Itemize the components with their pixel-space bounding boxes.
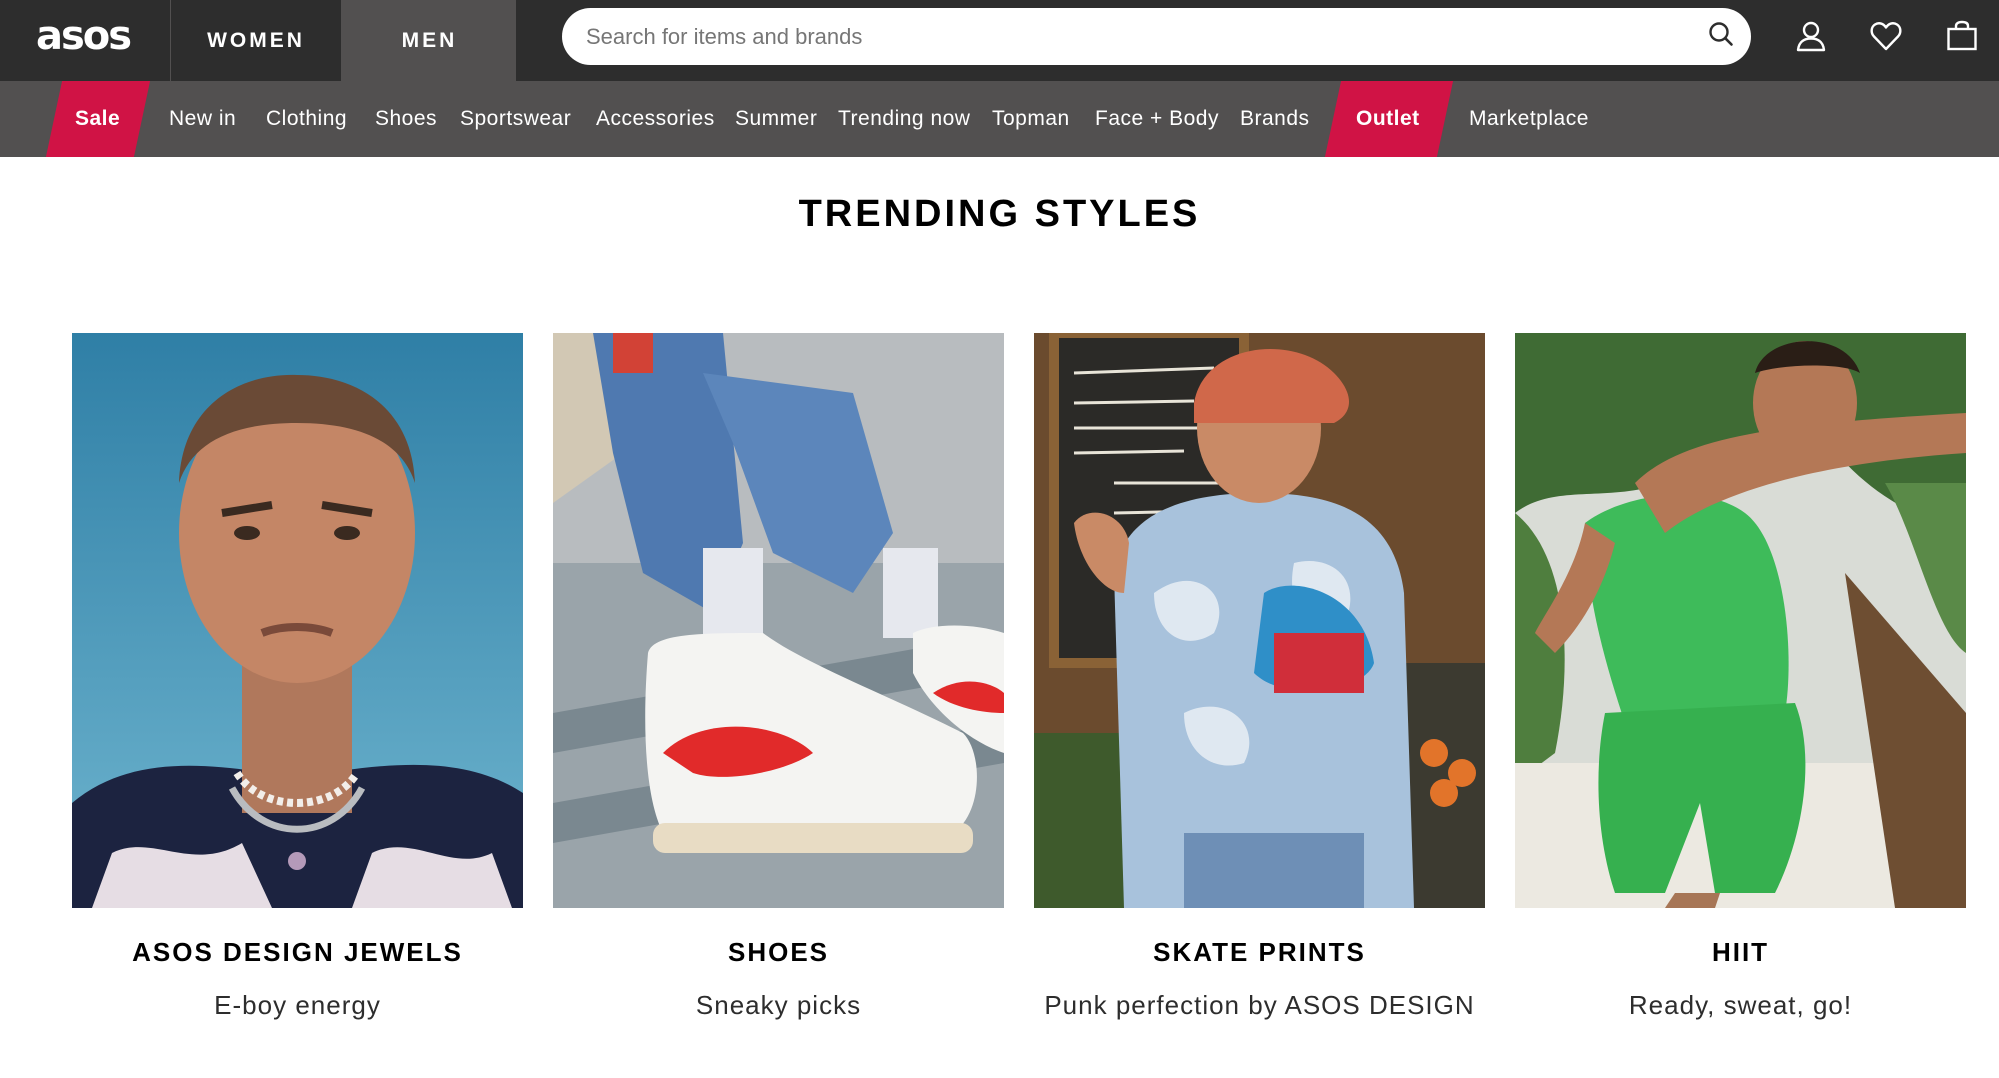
card-title: HIIT — [1711, 937, 1770, 967]
nav-item-shoes[interactable]: Shoes — [375, 81, 437, 157]
nav-item-accessories[interactable]: Accessories — [596, 81, 715, 157]
nav-item-clothing[interactable]: Clothing — [266, 81, 347, 157]
search-button[interactable] — [1691, 8, 1751, 65]
card-image-jewels — [72, 333, 523, 908]
account-button[interactable] — [1791, 18, 1831, 58]
nav-item-trending-now[interactable]: Trending now — [838, 81, 970, 157]
nav-item-summer[interactable]: Summer — [735, 81, 817, 157]
section-title: TRENDING STYLES — [798, 193, 1201, 235]
nav-item-face-body[interactable]: Face + Body — [1095, 81, 1219, 157]
asos-logo[interactable]: asos — [36, 14, 132, 58]
heart-icon — [1870, 21, 1902, 56]
category-nav: Sale New in Clothing Shoes Sportswear Ac… — [0, 81, 1999, 157]
nav-item-marketplace[interactable]: Marketplace — [1469, 81, 1589, 157]
card-subtitle: E-boy energy — [214, 990, 381, 1020]
card-image-shoes — [553, 333, 1004, 908]
bag-button[interactable] — [1942, 18, 1982, 58]
tab-women[interactable]: WOMEN — [170, 0, 342, 81]
card-subtitle: Ready, sweat, go! — [1628, 990, 1853, 1020]
saved-items-button[interactable] — [1866, 18, 1906, 58]
top-bar: asos WOMEN MEN — [0, 0, 1999, 81]
card-asos-design-jewels[interactable]: ASOS DESIGN JEWELS E-boy energy — [72, 333, 523, 1020]
card-subtitle: Punk perfection by ASOS DESIGN — [1044, 990, 1475, 1020]
card-hiit[interactable]: HIIT Ready, sweat, go! — [1515, 333, 1966, 1020]
nav-item-brands[interactable]: Brands — [1240, 81, 1310, 157]
nav-item-sale[interactable]: Sale — [75, 81, 120, 157]
card-title: SHOES — [727, 937, 830, 967]
card-title: SKATE PRINTS — [1153, 937, 1366, 967]
search-input[interactable] — [562, 23, 1691, 50]
nav-item-outlet[interactable]: Outlet — [1356, 81, 1420, 157]
account-icon — [1795, 20, 1827, 57]
nav-item-new-in[interactable]: New in — [169, 81, 236, 157]
search-bar — [562, 8, 1751, 65]
card-image-hiit — [1515, 333, 1966, 908]
nav-item-sportswear[interactable]: Sportswear — [460, 81, 571, 157]
bag-icon — [1946, 20, 1978, 57]
card-subtitle: Sneaky picks — [695, 990, 862, 1020]
search-icon — [1708, 21, 1734, 52]
nav-item-topman[interactable]: Topman — [992, 81, 1070, 157]
tab-men[interactable]: MEN — [342, 0, 516, 81]
card-shoes[interactable]: SHOES Sneaky picks — [553, 333, 1004, 1020]
card-skate-prints[interactable]: SKATE PRINTS Punk perfection by ASOS DES… — [1034, 333, 1485, 1020]
card-image-skate-prints — [1034, 333, 1485, 908]
card-title: ASOS DESIGN JEWELS — [132, 937, 463, 967]
